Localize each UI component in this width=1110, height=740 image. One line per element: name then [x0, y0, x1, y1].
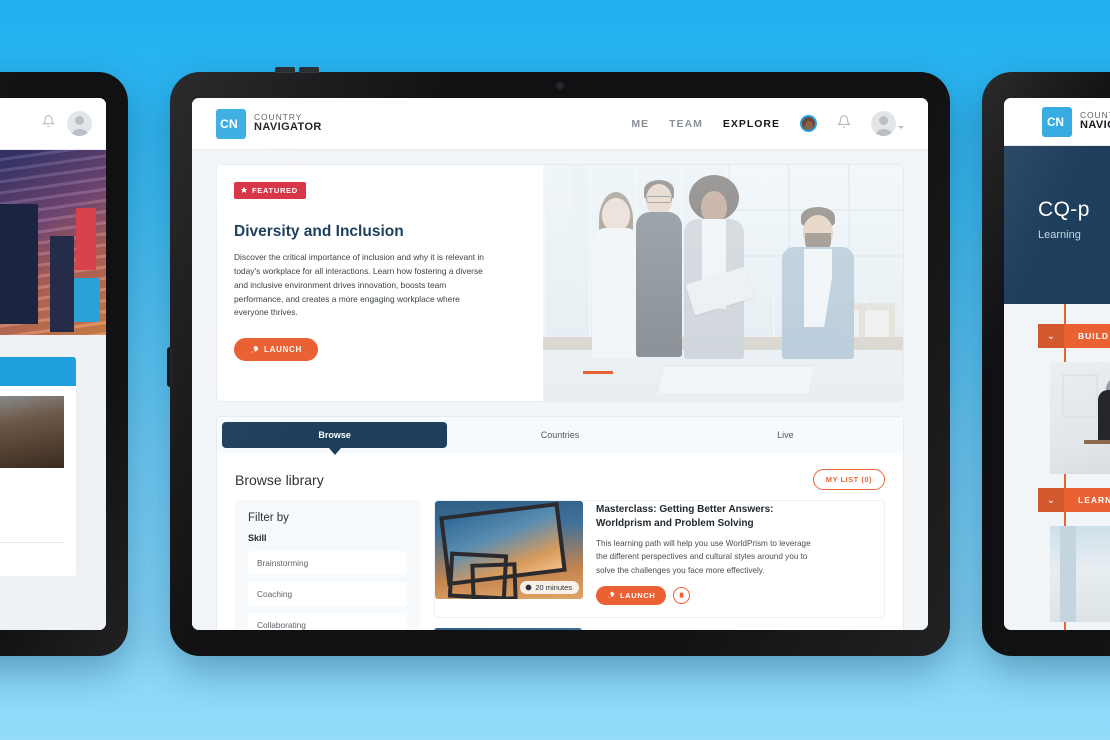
featured-badge: FEATURED [234, 181, 306, 199]
result-thumbnail [434, 627, 582, 630]
my-list-button[interactable]: MY LIST (0) [812, 469, 885, 490]
library-panel: Browse Countries Live Browse library MY … [216, 416, 904, 630]
app-header: CN COUNTRY NAVIGATOR ME TEAM EXPLORE [192, 98, 928, 150]
result-description: This learning path will help you use Wor… [596, 539, 811, 575]
filter-title: Filter by [248, 512, 289, 524]
nav-item-explore[interactable]: EXPLORE [723, 118, 780, 130]
left-card-footer: ss [0, 543, 76, 576]
brand-logo[interactable]: CN COUNTRY NAVIGATOR [1042, 106, 1110, 137]
star-icon [240, 186, 248, 193]
library-header: Browse library MY LIST (0) [217, 453, 903, 496]
featured-card: FEATURED Diversity and Inclusion Discove… [216, 164, 904, 402]
featured-description: Discover the critical importance of incl… [234, 252, 484, 318]
main-navigation: ME TEAM EXPLORE [631, 111, 904, 136]
left-tablet-device: BACK olving nhancelaries,ingion. ss [0, 72, 128, 656]
left-card-photo [0, 396, 64, 468]
roadmap-image-2 [1050, 526, 1110, 622]
roadmap-step-build-label: BUILD [1078, 331, 1109, 341]
right-tablet-device: CN COUNTRY NAVIGATOR CQ-p Learning ⌄ BUI… [982, 72, 1110, 656]
left-content-area: olving nhancelaries,ingion. ss [0, 335, 106, 630]
page-content: FEATURED Diversity and Inclusion Discove… [192, 150, 928, 630]
filter-group-skill: Skill [248, 533, 267, 543]
chevron-double-down-icon: ⌄ [1038, 488, 1064, 512]
roadmap-step-learn-label: LEARN [1078, 495, 1110, 505]
result-body: Masterclass: Getting Better Answers: Wor… [596, 501, 818, 605]
volume-buttons [275, 67, 321, 73]
front-camera [557, 83, 563, 89]
featured-badge-label: FEATURED [252, 185, 298, 195]
right-tablet-screen: CN COUNTRY NAVIGATOR CQ-p Learning ⌄ BUI… [1004, 98, 1110, 630]
left-tablet-screen: BACK olving nhancelaries,ingion. ss [0, 98, 106, 630]
right-hero-banner: CQ-p Learning [1004, 146, 1110, 304]
result-body [595, 628, 813, 630]
left-content-card: olving nhancelaries,ingion. ss [0, 357, 76, 576]
library-body: Filter by Skill Brainstorming Coaching C… [217, 496, 903, 630]
result-title: Masterclass: Getting Better Answers: Wor… [596, 504, 774, 529]
filter-option[interactable]: Brainstorming [248, 551, 407, 575]
right-app-header: CN COUNTRY NAVIGATOR [1004, 98, 1110, 146]
featured-launch-button[interactable]: LAUNCH [234, 338, 318, 362]
rocket-icon [608, 592, 615, 599]
bookmark-icon[interactable] [673, 586, 691, 604]
roadmap-image-1 [1050, 362, 1110, 474]
page-title: Browse library [235, 471, 324, 488]
brand-line-2: NAVIGATOR [254, 121, 322, 134]
account-menu[interactable] [871, 111, 904, 136]
tab-countries[interactable]: Countries [447, 422, 672, 448]
right-roadmap: ⌄ BUILD ⌄ LEARN [1004, 304, 1110, 630]
power-button [167, 347, 173, 387]
notification-bell-icon[interactable] [836, 114, 852, 134]
right-hero-title: CQ-p [1038, 198, 1090, 221]
tab-live[interactable]: Live [673, 422, 898, 448]
rocket-icon [251, 346, 259, 353]
left-card-title: olving [0, 357, 76, 386]
list-item[interactable] [434, 627, 885, 630]
user-avatar[interactable] [800, 115, 817, 132]
chevron-down-icon [898, 126, 904, 129]
brand-logo[interactable]: CN COUNTRY NAVIGATOR [216, 108, 322, 139]
chevron-double-down-icon: ⌄ [1038, 324, 1064, 348]
center-tablet-device: CN COUNTRY NAVIGATOR ME TEAM EXPLORE FEA… [167, 67, 950, 656]
featured-launch-label: LAUNCH [264, 345, 302, 355]
filter-option[interactable]: Collaborating [248, 613, 407, 630]
tab-browse[interactable]: Browse [222, 422, 448, 455]
left-app-header [0, 98, 106, 150]
logo-mark-icon: CN [1042, 106, 1072, 137]
roadmap-step-build[interactable]: ⌄ BUILD [1038, 324, 1110, 348]
brand-line-2: NAVIGATOR [1080, 119, 1110, 132]
duration-label: 20 minutes [535, 583, 572, 592]
result-launch-button[interactable]: LAUNCH [596, 585, 667, 605]
featured-hero-image [543, 165, 903, 401]
featured-text-panel: FEATURED Diversity and Inclusion Discove… [217, 165, 495, 401]
logo-mark-icon: CN [216, 108, 246, 139]
left-hero-image: BACK [0, 150, 106, 335]
duration-badge: 20 minutes [520, 581, 579, 594]
library-tabs: Browse Countries Live [217, 417, 903, 455]
notification-bell-icon[interactable] [41, 114, 56, 133]
filter-panel: Filter by Skill Brainstorming Coaching C… [235, 500, 420, 630]
clock-icon [525, 584, 532, 591]
svg-text:CN: CN [1047, 116, 1064, 129]
roadmap-step-learn[interactable]: ⌄ LEARN [1038, 488, 1110, 512]
brand-wordmark: COUNTRY NAVIGATOR [1080, 111, 1110, 131]
list-item[interactable]: 20 minutes Masterclass: Getting Better A… [434, 500, 885, 618]
svg-text:CN: CN [220, 117, 238, 131]
carousel-indicator[interactable] [583, 371, 613, 374]
featured-title: Diversity and Inclusion [234, 223, 404, 240]
result-launch-label: LAUNCH [620, 590, 656, 600]
result-actions: LAUNCH [596, 585, 818, 605]
results-list: 20 minutes Masterclass: Getting Better A… [434, 500, 885, 630]
brand-wordmark: COUNTRY NAVIGATOR [254, 113, 322, 133]
account-avatar[interactable] [67, 111, 92, 136]
account-avatar [871, 111, 896, 136]
result-thumbnail: 20 minutes [435, 501, 583, 599]
center-tablet-screen: CN COUNTRY NAVIGATOR ME TEAM EXPLORE FEA… [192, 98, 928, 630]
left-card-text: nhancelaries,ingion. [0, 468, 76, 542]
right-hero-subtitle: Learning [1038, 229, 1081, 241]
filter-option[interactable]: Coaching [248, 582, 407, 606]
nav-item-team[interactable]: TEAM [669, 118, 703, 130]
nav-item-me[interactable]: ME [631, 118, 649, 130]
